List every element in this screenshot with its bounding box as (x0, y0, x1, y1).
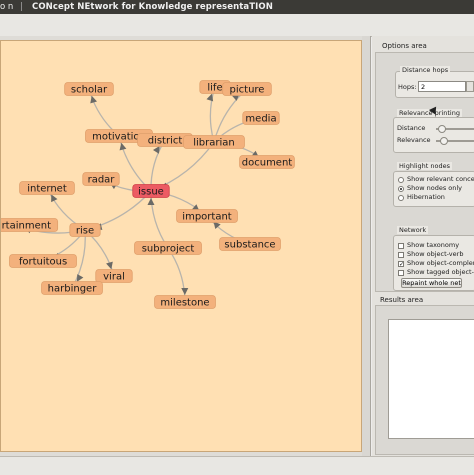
edge-subproject-milestone (167, 247, 186, 303)
node-document[interactable]: document (239, 155, 295, 169)
radio-show-relevant-concepts[interactable] (398, 177, 404, 183)
node-label-picture: picture (230, 85, 265, 96)
toolbar-strip (0, 14, 474, 37)
node-label-radar: radar (88, 175, 116, 186)
node-important[interactable]: important (176, 209, 238, 223)
node-librarian[interactable]: librarian (183, 135, 245, 149)
relevance-slider-knob[interactable] (440, 137, 448, 145)
relevance-printing-group (393, 117, 474, 153)
radio-label-show-relevant-concepts: Show relevant concepts (407, 175, 474, 183)
checkbox-show-object-complement[interactable]: ✓ (398, 261, 404, 268)
window-title: CONcept NEtwork for Knowledge representa… (32, 2, 273, 12)
checkbox-show-object-verb[interactable] (398, 252, 404, 258)
graph-canvas[interactable]: scholar life picture media motivation distric… (0, 40, 362, 452)
hops-spinner[interactable] (466, 81, 474, 92)
node-issue[interactable]: issue (132, 184, 170, 198)
node-media[interactable]: media (242, 111, 280, 125)
edge-subproject-issue (150, 190, 169, 249)
radio-hibernation[interactable] (398, 195, 404, 201)
node-label-fortuitous: fortuitous (19, 257, 67, 268)
distance-label: Distance (397, 124, 426, 132)
node-label-viral: viral (103, 272, 125, 283)
node-label-scholar: scholar (71, 85, 108, 96)
node-label-librarian: librarian (193, 138, 235, 149)
graph-nodes: scholar life picturemediamotivation distric… (1, 80, 295, 309)
options-area-title: Options area (382, 42, 427, 50)
node-label-important: important (182, 212, 231, 223)
window-titlebar: o n | CONcept NEtwork for Knowledge repr… (0, 0, 474, 14)
node-rise[interactable]: rise (69, 223, 101, 237)
arrow-subproject-milestone-icon (181, 287, 189, 296)
node-label-harbinger: harbinger (48, 284, 98, 295)
distance-hops-title: Distance hops (400, 66, 451, 74)
radio-label-show-nodes-only: Show nodes only (407, 184, 463, 192)
title-prefix: o n (0, 2, 14, 12)
node-label-media: media (245, 114, 276, 125)
checkbox-label-show-object-complement: Show object-complement (407, 259, 474, 267)
node-label-issue: issue (138, 187, 164, 198)
repaint-whole-net-button[interactable]: Repaint whole net (401, 278, 462, 288)
distance-slider-knob[interactable] (438, 125, 446, 133)
node-substance[interactable]: substance (219, 237, 281, 251)
arrow-librarian-life-icon (206, 93, 214, 102)
status-strip (0, 456, 474, 475)
node-label-document: document (242, 158, 293, 169)
graph-area: scholar life picture media motivation distric… (0, 36, 371, 456)
results-area-title: Results area (380, 296, 424, 304)
results-text-area[interactable] (388, 319, 474, 439)
relevance-label: Relevance (397, 136, 431, 144)
node-label-district: district (148, 136, 183, 147)
hops-input[interactable]: 2 (418, 81, 466, 92)
node-scholar[interactable]: scholar (64, 82, 114, 96)
node-label-entertainment: entertainment (1, 221, 51, 232)
hops-label: Hops: (398, 83, 417, 91)
node-fortuitous[interactable]: fortuitous (9, 254, 77, 268)
node-internet[interactable]: internet (19, 181, 75, 195)
node-subproject[interactable]: subproject (134, 241, 202, 255)
graph-vertical-scrollbar[interactable] (362, 36, 370, 456)
node-viral[interactable]: viral (95, 269, 133, 283)
node-radar[interactable]: radar (82, 172, 120, 186)
edge-motivation-scholar (88, 88, 120, 137)
arrow-issue-district-icon (153, 145, 160, 154)
arrow-subproject-issue-icon (147, 197, 155, 206)
radio-show-nodes-only[interactable] (398, 186, 404, 192)
checkbox-label-show-tagged-object: Show tagged object-c (407, 268, 474, 276)
node-label-life: life (207, 83, 222, 94)
arrow-rise-harbinger-icon (76, 274, 84, 282)
node-milestone[interactable]: milestone (154, 295, 216, 309)
node-label-internet: internet (27, 184, 67, 195)
checkbox-show-taxonomy[interactable] (398, 243, 404, 249)
node-label-substance: substance (224, 240, 275, 251)
checkbox-label-show-taxonomy: Show taxonomy (407, 241, 460, 249)
node-entertainment[interactable]: entertainment (1, 218, 59, 232)
node-label-milestone: milestone (160, 298, 209, 309)
radio-label-hibernation: Hibernation (407, 193, 445, 201)
network-title: Network (397, 226, 429, 234)
highlight-nodes-title: Highlight nodes (397, 162, 453, 170)
node-picture[interactable]: picture (222, 82, 272, 96)
title-separator: | (20, 2, 23, 12)
edge-librarian-picture (213, 88, 248, 143)
node-harbinger[interactable]: harbinger (41, 281, 103, 295)
node-label-subproject: subproject (142, 244, 195, 255)
concept-network-graph[interactable]: scholar life picturemediamotivation distric… (1, 41, 363, 453)
checkbox-label-show-object-verb: Show object-verb (407, 250, 464, 258)
checkbox-show-tagged-object[interactable] (398, 270, 404, 276)
node-label-rise: rise (76, 226, 94, 237)
